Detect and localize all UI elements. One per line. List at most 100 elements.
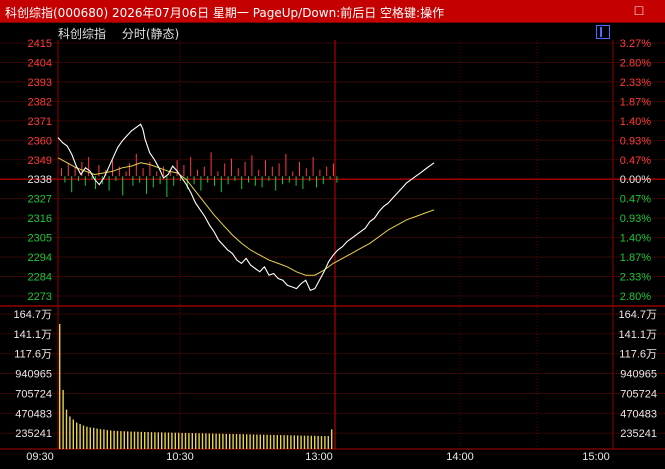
breadth-bar [176, 160, 178, 177]
volume-bar [164, 432, 166, 449]
breadth-bar [207, 176, 209, 183]
breadth-bar [139, 176, 141, 183]
breadth-bar [326, 166, 328, 177]
volume-bar [310, 435, 312, 449]
chart-grid [0, 40, 665, 450]
volume-bar [127, 431, 129, 449]
volume-bar [150, 432, 153, 449]
breadth-bar [115, 176, 117, 182]
volume-bars [59, 324, 333, 449]
volume-bar [235, 434, 238, 449]
volume-bar [110, 430, 112, 449]
percent-tick-label: 2.33% [620, 272, 651, 284]
breadth-bar [108, 176, 110, 191]
volume-bar [293, 435, 295, 449]
volume-bar [242, 434, 244, 449]
time-tick-label: 10:30 [166, 451, 194, 463]
volume-bar [280, 435, 282, 449]
volume-bar [86, 426, 88, 449]
price-tick-label: 2294 [28, 252, 52, 264]
volume-tick-label-right: 470483 [620, 408, 657, 420]
breadth-bar [282, 176, 283, 185]
volume-bar [96, 428, 98, 449]
volume-bar [167, 432, 170, 449]
price-tick-label: 2404 [28, 57, 52, 69]
volume-bar [208, 433, 210, 449]
volume-bar [147, 432, 149, 449]
volume-bar [232, 434, 234, 449]
volume-bar [123, 431, 125, 449]
price-tick-label: 2371 [28, 116, 52, 128]
breadth-bar [173, 176, 175, 186]
breadth-bar [234, 176, 236, 182]
breadth-bar [302, 176, 304, 190]
time-tick-label: 15:00 [582, 451, 610, 463]
breadth-bar [64, 176, 66, 183]
breadth-bar [299, 161, 300, 177]
volume-bar [297, 435, 299, 449]
volume-tick-label-right: 141.1万 [618, 329, 657, 341]
breadth-bar [135, 153, 137, 177]
volume-bar [222, 433, 224, 449]
volume-bar [161, 432, 163, 449]
breadth-bar [156, 171, 158, 177]
time-tick-label: 13:00 [305, 451, 333, 463]
volume-bar [191, 433, 193, 449]
breadth-bar [336, 176, 338, 183]
breadth-bar [67, 163, 69, 177]
volume-bar [144, 431, 146, 449]
price-tick-label: 2327 [28, 194, 52, 206]
volume-bar [266, 434, 268, 449]
percent-tick-label: 0.93% [620, 135, 651, 147]
price-tick-label: 2382 [28, 96, 52, 108]
volume-bar [239, 434, 241, 449]
breadth-bar [95, 176, 96, 190]
breadth-bar [305, 168, 307, 177]
volume-bar [205, 433, 207, 449]
volume-bar [113, 430, 115, 449]
average-price-line [57, 157, 435, 276]
volume-bar [252, 434, 255, 449]
breadth-bar [217, 171, 219, 177]
breadth-bar [129, 163, 130, 177]
percent-tick-label: 1.87% [620, 96, 651, 108]
volume-bar [116, 430, 119, 449]
breadth-bar [316, 176, 317, 188]
percent-tick-label: 0.93% [620, 213, 651, 225]
volume-bar [314, 435, 316, 449]
breadth-bar [237, 168, 239, 177]
percent-tick-label: 1.40% [620, 233, 651, 245]
volume-bar [300, 435, 302, 449]
breadth-bar [197, 169, 198, 177]
breadth-bar [241, 176, 243, 190]
volume-bar [307, 435, 309, 449]
volume-bar [130, 431, 132, 449]
volume-tick-label-right: 164.7万 [618, 309, 657, 321]
breadth-bar [254, 176, 256, 186]
volume-bar [320, 435, 323, 449]
price-tick-label: 2316 [28, 213, 52, 225]
breadth-bar [112, 160, 113, 177]
time-tick-label: 09:30 [26, 451, 54, 463]
breadth-bars [61, 152, 338, 198]
breadth-bar [74, 166, 76, 177]
breadth-bar [152, 176, 154, 188]
breadth-bar [166, 176, 168, 198]
breadth-bar [224, 163, 226, 177]
volume-bar [72, 419, 74, 449]
percent-tick-label: 3.27% [620, 38, 651, 50]
breadth-bar [244, 161, 246, 177]
breadth-bar [319, 169, 321, 177]
percent-tick-label: 1.40% [620, 116, 651, 128]
breadth-bar [122, 176, 124, 196]
volume-bar [106, 430, 108, 449]
breadth-bar [292, 171, 294, 177]
volume-tick-label: 117.6万 [14, 349, 52, 361]
breadth-bar [268, 176, 270, 182]
price-tick-label: 2273 [28, 291, 52, 303]
volume-bar [327, 436, 329, 449]
volume-tick-label: 164.7万 [13, 309, 52, 321]
volume-bar [201, 433, 204, 449]
breadth-bar [159, 176, 161, 185]
price-tick-label: 2415 [28, 38, 52, 50]
